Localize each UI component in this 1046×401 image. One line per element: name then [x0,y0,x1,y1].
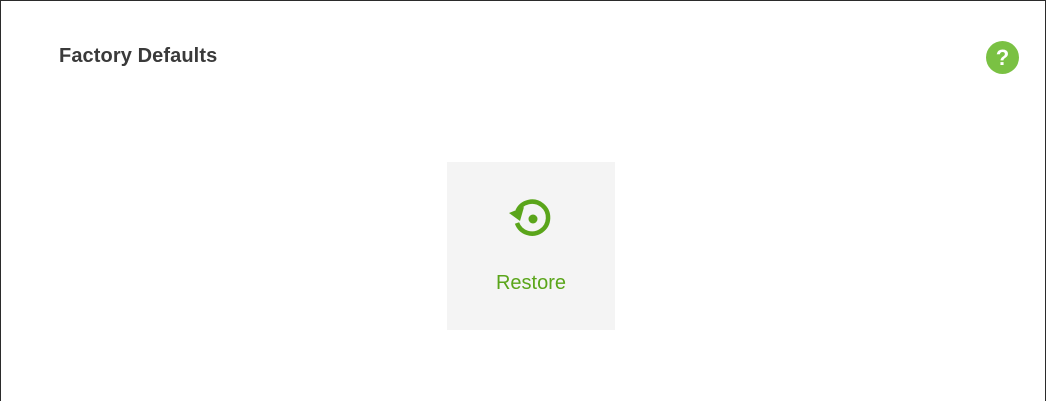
help-button[interactable]: ? [986,41,1019,74]
restore-button[interactable]: Restore [447,162,615,330]
restore-icon [509,199,551,236]
panel-title: Factory Defaults [59,45,218,67]
factory-defaults-panel: Factory Defaults ? Restore [0,0,1046,401]
restore-label: Restore [495,272,567,294]
help-circle-icon: ? [995,45,1010,70]
